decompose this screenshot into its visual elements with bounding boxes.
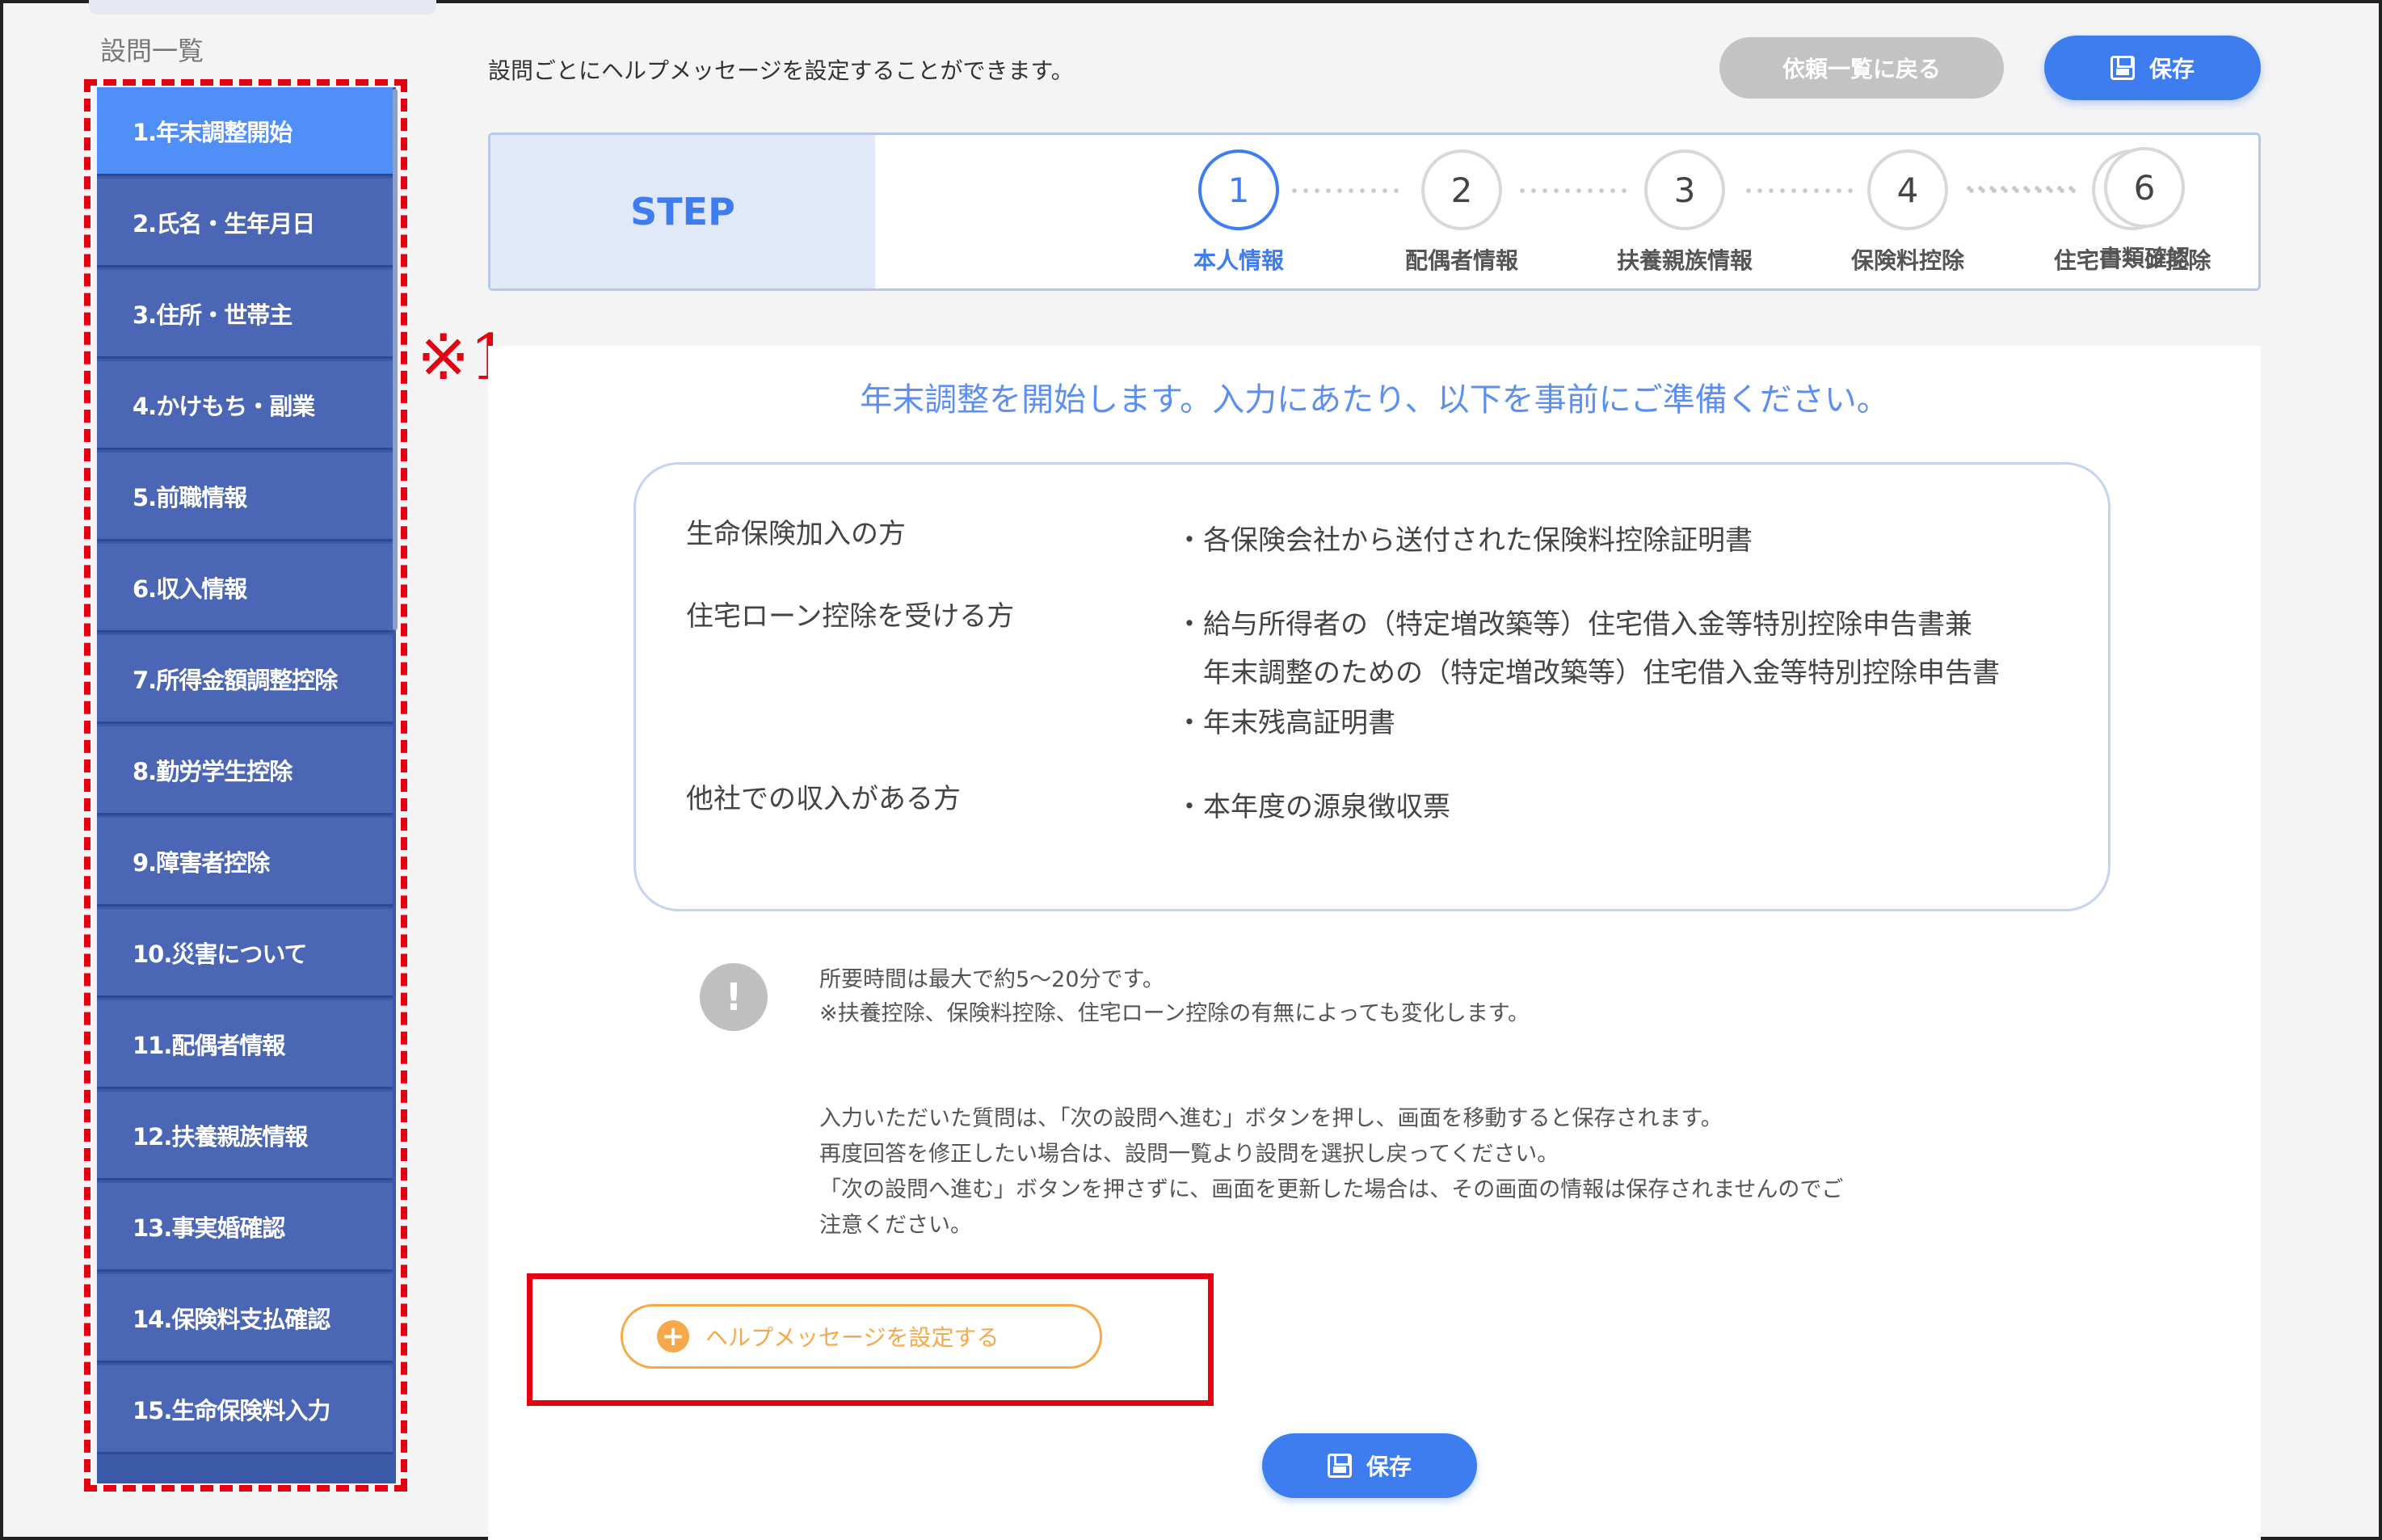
set-help-message-button[interactable]: + ヘルプメッセージを設定する <box>621 1304 1102 1369</box>
save-button[interactable]: 保存 <box>2044 36 2261 100</box>
prep-label-other-income: 他社での収入がある方 <box>686 783 961 815</box>
sidebar-title: 設問一覧 <box>100 36 204 66</box>
step-2-number: 2 <box>1421 149 1502 230</box>
prep-doc: ・本年度の源泉徴収票 <box>1176 791 1450 823</box>
prep-label-life-insurance: 生命保険加入の方 <box>686 518 906 550</box>
plus-icon: + <box>657 1320 689 1353</box>
prep-label-housing-loan: 住宅ローン控除を受ける方 <box>686 600 1015 633</box>
exclamation-icon: ! <box>700 963 768 1031</box>
save-icon <box>2110 56 2135 80</box>
prep-doc: ・各保険会社から送付された保険料控除証明書 <box>1176 524 1753 557</box>
step-4-label: 保険料控除 <box>1850 247 1964 274</box>
save-note: 入力いただいた質問は、「次の設問へ進む」ボタンを押し、画面を移動すると保存されま… <box>819 1106 1723 1131</box>
step-2-label: 配偶者情報 <box>1404 247 1518 274</box>
step-6-label: 書類確認 <box>2098 245 2190 271</box>
save-button-label: 保存 <box>2148 56 2195 82</box>
save-icon <box>1327 1454 1352 1478</box>
step-3-number: 3 <box>1644 149 1725 230</box>
step-4[interactable]: 4 保険料控除 <box>1827 149 1989 276</box>
time-note: ※扶養控除、保険料控除、住宅ローン控除の有無によっても変化します。 <box>819 1001 1530 1026</box>
step-1-label: 本人情報 <box>1193 247 1284 274</box>
time-note: 所要時間は最大で約5〜20分です。 <box>819 967 1164 992</box>
step-4-number: 4 <box>1867 149 1948 230</box>
back-to-list-button[interactable]: 依頼一覧に戻る <box>1719 37 2004 99</box>
headline: 年末調整を開始します。入力にあたり、以下を事前にご準備ください。 <box>860 381 1889 419</box>
step-1[interactable]: 1 本人情報 <box>1158 149 1319 276</box>
step-1-number: 1 <box>1198 149 1279 230</box>
step-3[interactable]: 3 扶養親族情報 <box>1604 149 1765 276</box>
step-2[interactable]: 2 配偶者情報 <box>1381 149 1542 276</box>
top-decoration <box>89 0 436 15</box>
save-note: 「次の設問へ進む」ボタンを押さずに、画面を更新した場合は、その画面の情報は保存さ… <box>819 1177 1844 1202</box>
step-title: STEP <box>490 135 875 288</box>
help-button-label: ヘルプメッセージを設定する <box>705 1324 1000 1351</box>
step-3-label: 扶養親族情報 <box>1616 247 1753 274</box>
preparation-box: 生命保険加入の方 ・各保険会社から送付された保険料控除証明書 住宅ローン控除を受… <box>633 462 2111 911</box>
instruction-text: 設問ごとにヘルプメッセージを設定することができます。 <box>488 57 1074 84</box>
step-bar: STEP 1 本人情報 2 配偶者情報 3 扶養親族情報 4 保険料控除 5 住… <box>488 133 2261 291</box>
step-connector <box>1963 186 2077 191</box>
prep-doc: ・年末残高証明書 <box>1176 707 1395 739</box>
save-note: 注意ください。 <box>819 1213 972 1238</box>
step-6[interactable]: 6 書類確認 <box>2064 147 2225 273</box>
step-6-number: 6 <box>2104 147 2185 228</box>
annotation-dashed-box <box>84 79 407 1492</box>
bottom-save-label: 保存 <box>1366 1454 1412 1480</box>
prep-doc: 年末調整のための（特定増改築等）住宅借入金等特別控除申告書 <box>1176 657 2000 689</box>
bottom-save-button[interactable]: 保存 <box>1262 1433 1477 1498</box>
save-note: 再度回答を修正したい場合は、設問一覧より設問を選択し戻ってください。 <box>819 1142 1559 1167</box>
prep-doc: ・給与所得者の（特定増改築等）住宅借入金等特別控除申告書兼 <box>1176 608 1972 641</box>
